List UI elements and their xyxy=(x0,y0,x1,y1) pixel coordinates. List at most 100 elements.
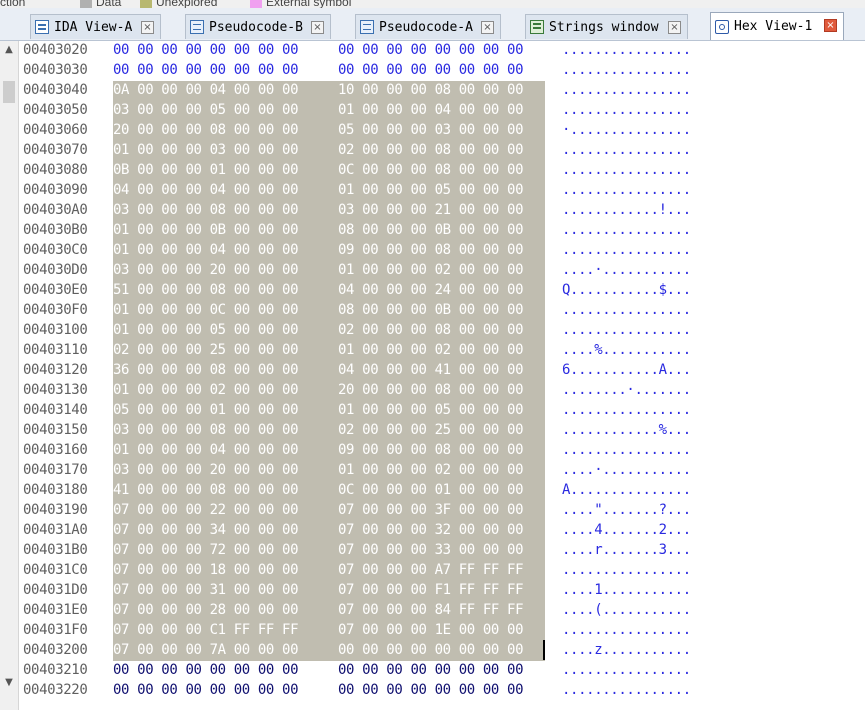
row-address[interactable]: 00403130 xyxy=(23,381,88,401)
ascii-text[interactable]: ....r.......3... xyxy=(562,541,691,561)
hex-row[interactable]: 00403030 00 00 00 00 00 00 00 00 00 00 00 … xyxy=(23,61,865,81)
hex-bytes-low[interactable]: 07 00 00 00 7A 00 00 00 xyxy=(113,641,299,661)
hex-row[interactable]: 00403100 01 00 00 00 05 00 00 00 02 00 00 … xyxy=(23,321,865,341)
hex-row[interactable]: 00403160 01 00 00 00 04 00 00 00 09 00 00 … xyxy=(23,441,865,461)
hex-bytes-low[interactable]: 20 00 00 00 08 00 00 00 xyxy=(113,121,299,141)
row-address[interactable]: 00403030 xyxy=(23,61,88,81)
ascii-text[interactable]: ................ xyxy=(562,561,691,581)
hex-bytes-high[interactable]: 00 00 00 00 00 00 00 00 xyxy=(338,41,524,61)
hex-bytes-high[interactable]: 07 00 00 00 1E 00 00 00 xyxy=(338,621,524,641)
hex-row[interactable]: 00403190 07 00 00 00 22 00 00 00 07 00 00 … xyxy=(23,501,865,521)
hex-bytes-low[interactable]: 01 00 00 00 04 00 00 00 xyxy=(113,241,299,261)
hex-bytes-low[interactable]: 01 00 00 00 0B 00 00 00 xyxy=(113,221,299,241)
hex-bytes-low[interactable]: 07 00 00 00 22 00 00 00 xyxy=(113,501,299,521)
hex-row[interactable]: 004030E0 51 00 00 00 08 00 00 00 04 00 00 … xyxy=(23,281,865,301)
row-address[interactable]: 00403020 xyxy=(23,41,88,61)
row-address[interactable]: 00403120 xyxy=(23,361,88,381)
hex-bytes-low[interactable]: 07 00 00 00 28 00 00 00 xyxy=(113,601,299,621)
hex-bytes-high[interactable]: 00 00 00 00 00 00 00 00 xyxy=(338,661,524,681)
row-address[interactable]: 004030D0 xyxy=(23,261,88,281)
row-address[interactable]: 00403110 xyxy=(23,341,88,361)
ascii-text[interactable]: ........·....... xyxy=(562,381,691,401)
row-address[interactable]: 00403180 xyxy=(23,481,88,501)
hex-bytes-high[interactable]: 04 00 00 00 41 00 00 00 xyxy=(338,361,524,381)
ascii-text[interactable]: ............%... xyxy=(562,421,691,441)
hex-bytes-high[interactable]: 01 00 00 00 05 00 00 00 xyxy=(338,181,524,201)
row-address[interactable]: 00403210 xyxy=(23,661,88,681)
ascii-text[interactable]: 6...........A... xyxy=(562,361,691,381)
hex-bytes-low[interactable]: 03 00 00 00 08 00 00 00 xyxy=(113,421,299,441)
close-icon[interactable]: × xyxy=(481,21,494,34)
hex-bytes-low[interactable]: 00 00 00 00 00 00 00 00 xyxy=(113,41,299,61)
hex-bytes-high[interactable]: 02 00 00 00 08 00 00 00 xyxy=(338,141,524,161)
hex-bytes-low[interactable]: 07 00 00 00 34 00 00 00 xyxy=(113,521,299,541)
ascii-text[interactable]: ....1........... xyxy=(562,581,691,601)
ascii-text[interactable]: ............!... xyxy=(562,201,691,221)
hex-row[interactable]: 004031E0 07 00 00 00 28 00 00 00 07 00 00 … xyxy=(23,601,865,621)
ascii-text[interactable]: A............... xyxy=(562,481,691,501)
ascii-text[interactable]: ................ xyxy=(562,101,691,121)
row-address[interactable]: 00403080 xyxy=(23,161,88,181)
ascii-text[interactable]: ................ xyxy=(562,401,691,421)
hex-row[interactable]: 00403070 01 00 00 00 03 00 00 00 02 00 00 … xyxy=(23,141,865,161)
hex-row[interactable]: 004030A0 03 00 00 00 08 00 00 00 03 00 00 … xyxy=(23,201,865,221)
ascii-text[interactable]: ................ xyxy=(562,221,691,241)
hex-row[interactable]: 004031D0 07 00 00 00 31 00 00 00 07 00 00 … xyxy=(23,581,865,601)
hex-bytes-high[interactable]: 07 00 00 00 F1 FF FF FF xyxy=(338,581,524,601)
hex-bytes-low[interactable]: 51 00 00 00 08 00 00 00 xyxy=(113,281,299,301)
hex-bytes-high[interactable]: 08 00 00 00 0B 00 00 00 xyxy=(338,221,524,241)
ascii-text[interactable]: ................ xyxy=(562,621,691,641)
hex-bytes-high[interactable]: 00 00 00 00 00 00 00 00 xyxy=(338,681,524,701)
ascii-text[interactable]: ·............... xyxy=(562,121,691,141)
scroll-down-arrow-icon[interactable]: ▼ xyxy=(0,674,18,692)
ascii-text[interactable]: ................ xyxy=(562,321,691,341)
row-address[interactable]: 00403070 xyxy=(23,141,88,161)
ascii-text[interactable]: ................ xyxy=(562,61,691,81)
hex-bytes-high[interactable]: 10 00 00 00 08 00 00 00 xyxy=(338,81,524,101)
hex-bytes-high[interactable]: 03 00 00 00 21 00 00 00 xyxy=(338,201,524,221)
hex-row[interactable]: 00403200 07 00 00 00 7A 00 00 00 00 00 00 … xyxy=(23,641,865,661)
hex-bytes-low[interactable]: 41 00 00 00 08 00 00 00 xyxy=(113,481,299,501)
hex-bytes-low[interactable]: 36 00 00 00 08 00 00 00 xyxy=(113,361,299,381)
row-address[interactable]: 004030B0 xyxy=(23,221,88,241)
hex-bytes-high[interactable]: 00 00 00 00 00 00 00 00 xyxy=(338,641,524,661)
ascii-text[interactable]: ................ xyxy=(562,161,691,181)
hex-bytes-high[interactable]: 01 00 00 00 02 00 00 00 xyxy=(338,341,524,361)
close-icon[interactable]: × xyxy=(668,21,681,34)
hex-bytes-high[interactable]: 08 00 00 00 0B 00 00 00 xyxy=(338,301,524,321)
ascii-text[interactable]: ................ xyxy=(562,661,691,681)
hex-row[interactable]: 00403140 05 00 00 00 01 00 00 00 01 00 00 … xyxy=(23,401,865,421)
hex-row[interactable]: 00403170 03 00 00 00 20 00 00 00 01 00 00 … xyxy=(23,461,865,481)
ascii-text[interactable]: ....·........... xyxy=(562,261,691,281)
row-address[interactable]: 004031C0 xyxy=(23,561,88,581)
tab-pseudocode-b[interactable]: Pseudocode-B × xyxy=(185,14,331,39)
hex-bytes-low[interactable]: 04 00 00 00 04 00 00 00 xyxy=(113,181,299,201)
row-address[interactable]: 00403040 xyxy=(23,81,88,101)
row-address[interactable]: 00403060 xyxy=(23,121,88,141)
hex-bytes-high[interactable]: 05 00 00 00 03 00 00 00 xyxy=(338,121,524,141)
hex-row[interactable]: 00403120 36 00 00 00 08 00 00 00 04 00 00 … xyxy=(23,361,865,381)
hex-bytes-low[interactable]: 03 00 00 00 20 00 00 00 xyxy=(113,461,299,481)
hex-bytes-low[interactable]: 0A 00 00 00 04 00 00 00 xyxy=(113,81,299,101)
ascii-text[interactable]: ................ xyxy=(562,301,691,321)
ascii-text[interactable]: ................ xyxy=(562,141,691,161)
close-icon[interactable]: × xyxy=(824,19,837,32)
row-address[interactable]: 004030A0 xyxy=(23,201,88,221)
hex-bytes-high[interactable]: 01 00 00 00 05 00 00 00 xyxy=(338,401,524,421)
ascii-text[interactable]: ................ xyxy=(562,441,691,461)
ascii-text[interactable]: ................ xyxy=(562,41,691,61)
row-address[interactable]: 00403100 xyxy=(23,321,88,341)
row-address[interactable]: 004031A0 xyxy=(23,521,88,541)
hex-row[interactable]: 00403180 41 00 00 00 08 00 00 00 0C 00 00 … xyxy=(23,481,865,501)
hex-bytes-high[interactable]: 09 00 00 00 08 00 00 00 xyxy=(338,441,524,461)
hex-row[interactable]: 004031C0 07 00 00 00 18 00 00 00 07 00 00 … xyxy=(23,561,865,581)
hex-row[interactable]: 004030B0 01 00 00 00 0B 00 00 00 08 00 00 … xyxy=(23,221,865,241)
hex-bytes-high[interactable]: 01 00 00 00 04 00 00 00 xyxy=(338,101,524,121)
tab-pseudocode-a[interactable]: Pseudocode-A × xyxy=(355,14,501,39)
row-address[interactable]: 004031E0 xyxy=(23,601,88,621)
ascii-text[interactable]: Q...........$... xyxy=(562,281,691,301)
tab-hex-view-1[interactable]: Hex View-1 × xyxy=(710,12,844,40)
row-address[interactable]: 004030F0 xyxy=(23,301,88,321)
hex-row[interactable]: 004031F0 07 00 00 00 C1 FF FF FF 07 00 00 … xyxy=(23,621,865,641)
hex-row[interactable]: 004030C0 01 00 00 00 04 00 00 00 09 00 00 … xyxy=(23,241,865,261)
